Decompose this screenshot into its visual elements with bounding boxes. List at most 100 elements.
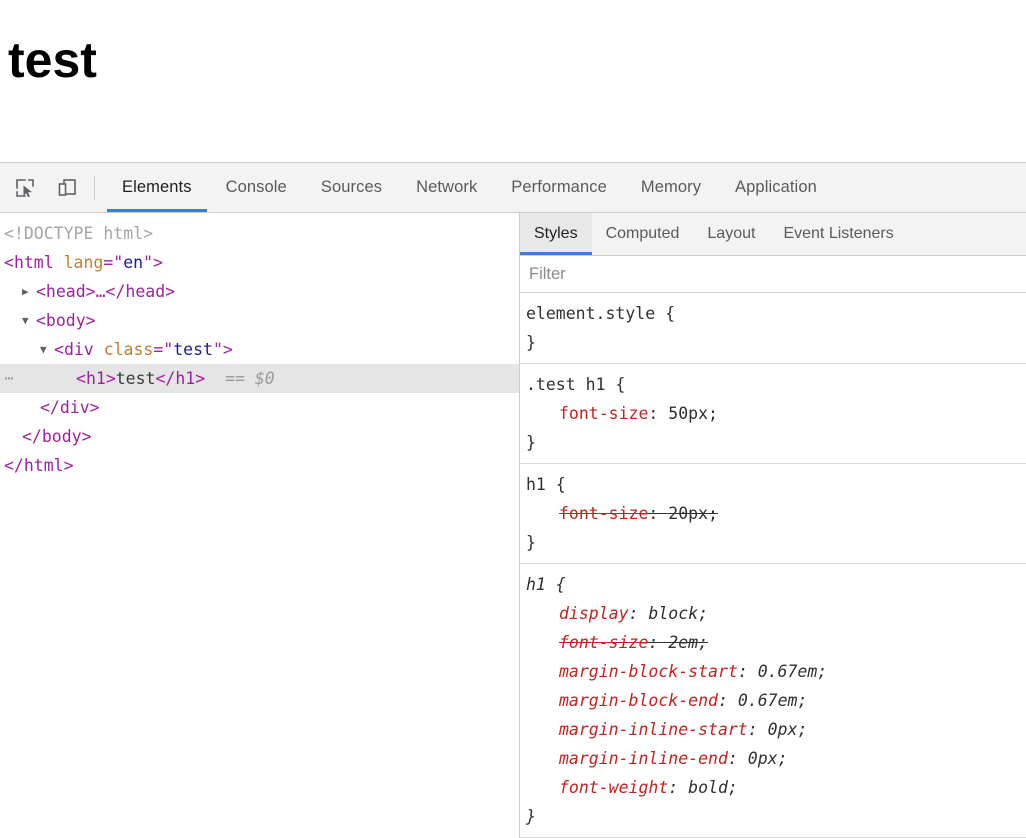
css-declaration-overridden[interactable]: font-size: 20px;: [526, 499, 1026, 528]
css-property-value[interactable]: 0px: [748, 749, 778, 768]
tab-event-listeners[interactable]: Event Listeners: [769, 213, 907, 255]
div-attr-value: test: [173, 340, 213, 359]
css-rule-h1-user-agent[interactable]: h1 { display: block; font-size: 2em; mar…: [520, 564, 1026, 838]
css-property-name[interactable]: margin-block-end: [559, 691, 718, 710]
css-colon: :: [648, 504, 669, 523]
page-viewport: test: [0, 0, 1026, 162]
tab-memory-label: Memory: [640, 178, 702, 196]
css-declaration[interactable]: margin-block-start: 0.67em;: [526, 657, 1026, 686]
tab-elements[interactable]: Elements: [105, 163, 209, 212]
css-rules-list[interactable]: element.style { } .test h1 { font-size: …: [520, 293, 1026, 838]
h1-gt: >: [105, 369, 116, 388]
css-property-name[interactable]: font-size: [559, 404, 648, 423]
div-close-bracket: ">: [212, 340, 233, 359]
h1-close-gt: >: [195, 369, 206, 388]
css-property-value[interactable]: 0.67em: [738, 691, 798, 710]
css-property-name[interactable]: font-size: [559, 504, 648, 523]
h1-open-bracket: <: [76, 369, 86, 388]
css-property-name[interactable]: margin-inline-start: [559, 720, 748, 739]
css-declaration[interactable]: font-weight: bold;: [526, 773, 1026, 802]
dom-row-more-badge[interactable]: ⋯: [0, 364, 18, 393]
chevron-down-icon-div[interactable]: ▼: [40, 335, 54, 364]
css-property-value[interactable]: 0.67em: [758, 662, 818, 681]
css-declaration[interactable]: margin-inline-end: 0px;: [526, 744, 1026, 773]
css-property-name[interactable]: font-size: [559, 633, 648, 652]
css-rule-test-h1[interactable]: .test h1 { font-size: 50px; }: [520, 364, 1026, 464]
css-property-name[interactable]: display: [559, 604, 629, 623]
page-heading: test: [8, 32, 97, 88]
css-property-name[interactable]: font-weight: [559, 778, 668, 797]
h1-text-content[interactable]: test: [116, 364, 156, 393]
h1-console-ref: $0: [254, 369, 275, 388]
css-rule-element-style[interactable]: element.style { }: [520, 293, 1026, 364]
device-toolbar-glyph: [58, 178, 76, 196]
dom-row-body[interactable]: ▼ <body>: [0, 306, 519, 335]
tab-styles[interactable]: Styles: [520, 213, 592, 255]
css-property-value[interactable]: 2em: [668, 633, 698, 652]
tab-network-label: Network: [416, 178, 478, 196]
div-close-markup: </div>: [40, 398, 100, 417]
tab-sources-label: Sources: [320, 178, 383, 196]
tab-computed[interactable]: Computed: [592, 213, 694, 255]
css-colon: :: [747, 720, 768, 739]
h1-tag-name: h1: [85, 369, 106, 388]
css-colon: :: [727, 749, 748, 768]
css-rule-h1-author[interactable]: h1 { font-size: 20px; }: [520, 464, 1026, 564]
chevron-right-icon[interactable]: ▶: [22, 277, 36, 306]
dom-row-h1-selected[interactable]: ⋯ < h1 > test </h1 > == $0: [0, 364, 519, 393]
dom-tree-panel[interactable]: <!DOCTYPE html> < html lang =" en "> ▶ <head>…: [0, 213, 520, 838]
h1-gap2: [245, 364, 255, 393]
devtools-window: Elements Console Sources Network Perform…: [0, 162, 1026, 838]
styles-panel: Styles Computed Layout Event Listeners F…: [520, 213, 1026, 838]
css-semicolon: ;: [698, 604, 709, 623]
tab-layout-label: Layout: [707, 225, 756, 242]
styles-filter-input[interactable]: [520, 255, 1026, 293]
chevron-down-icon-body[interactable]: ▼: [22, 306, 36, 335]
css-selector[interactable]: element.style {: [526, 299, 1026, 328]
inspect-element-icon[interactable]: [10, 173, 40, 203]
css-property-name[interactable]: margin-block-start: [559, 662, 738, 681]
tab-network[interactable]: Network: [399, 163, 494, 212]
css-property-name[interactable]: margin-inline-end: [559, 749, 728, 768]
dom-row-div[interactable]: ▼ < div class =" test ">: [0, 335, 519, 364]
css-property-value[interactable]: bold: [688, 778, 728, 797]
tab-application[interactable]: Application: [718, 163, 834, 212]
tab-console[interactable]: Console: [209, 163, 304, 212]
css-declaration-overridden[interactable]: font-size: 2em;: [526, 628, 1026, 657]
css-selector[interactable]: .test h1 {: [526, 370, 1026, 399]
css-declaration[interactable]: margin-inline-start: 0px;: [526, 715, 1026, 744]
html-attr-value: en: [123, 253, 144, 272]
dom-row-body-close[interactable]: </body>: [0, 422, 519, 451]
device-toolbar-icon[interactable]: [52, 173, 82, 203]
dom-row-head[interactable]: ▶ <head>…</head>: [0, 277, 519, 306]
tab-layout[interactable]: Layout: [693, 213, 769, 255]
dom-row-html[interactable]: < html lang =" en ">: [0, 248, 519, 277]
css-property-value[interactable]: block: [648, 604, 698, 623]
tab-memory[interactable]: Memory: [624, 163, 718, 212]
dom-row-div-close[interactable]: </div>: [0, 393, 519, 422]
html-tag-name: html: [13, 253, 54, 272]
tab-computed-label: Computed: [605, 225, 680, 242]
tab-event-listeners-label: Event Listeners: [783, 225, 894, 242]
css-property-value[interactable]: 20px: [668, 504, 708, 523]
css-colon: :: [628, 604, 649, 623]
dom-row-html-close[interactable]: </html>: [0, 451, 519, 480]
css-declaration[interactable]: font-size: 50px;: [526, 399, 1026, 428]
css-declaration[interactable]: margin-block-end: 0.67em;: [526, 686, 1026, 715]
css-declaration[interactable]: display: block;: [526, 599, 1026, 628]
tab-performance[interactable]: Performance: [494, 163, 624, 212]
css-selector[interactable]: h1 {: [526, 570, 1026, 599]
css-rule-close-brace: }: [526, 333, 536, 352]
html-close-bracket: ">: [143, 253, 163, 272]
h1-gap: [205, 364, 225, 393]
css-selector[interactable]: h1 {: [526, 470, 1026, 499]
h1-eq-symbol: ==: [225, 369, 245, 388]
inspect-element-glyph: [16, 178, 34, 197]
css-property-value[interactable]: 0px: [768, 720, 798, 739]
tab-sources[interactable]: Sources: [304, 163, 399, 212]
dom-row-doctype[interactable]: <!DOCTYPE html>: [0, 219, 519, 248]
css-property-value[interactable]: 50px: [668, 404, 708, 423]
css-semicolon: ;: [708, 504, 718, 523]
css-rule-close-brace: }: [526, 807, 536, 826]
css-semicolon: ;: [708, 404, 718, 423]
